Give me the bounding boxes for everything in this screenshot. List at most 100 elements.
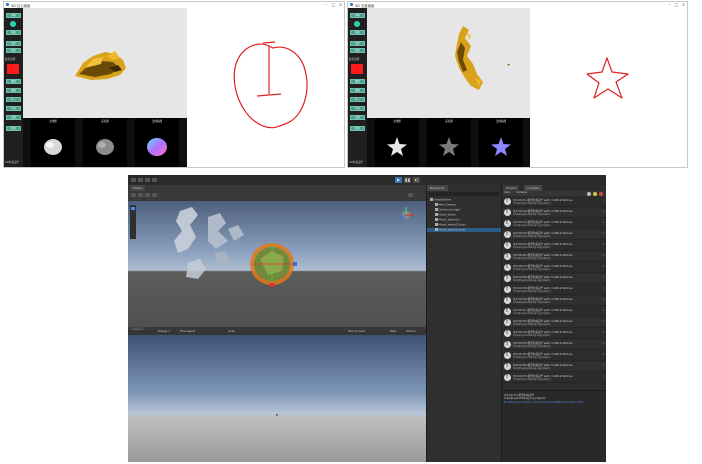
toolbar-button-help[interactable]: 帮助 <box>350 126 365 131</box>
console-log-row[interactable]: ! [10:00:25] 模型生成完毕 path: 0.000.0 Vertice… <box>502 241 606 251</box>
console-log-count-icon[interactable] <box>587 191 591 196</box>
toolbar-button-save[interactable]: 保存 <box>350 48 365 53</box>
console-log-row[interactable]: ! [10:00:31] 模型生成完毕 path: 0.000.0 Vertice… <box>502 307 606 317</box>
toolbar-button-settings[interactable]: 设置 <box>350 115 365 120</box>
console-log-row[interactable]: ! [10:00:33] 模型生成完毕 path: 0.000.0 Vertice… <box>502 329 606 339</box>
info-icon: ! <box>503 253 511 260</box>
game-aspect-select[interactable]: Free Aspect <box>180 330 195 333</box>
console-log-row[interactable]: ! [10:00:36] 模型生成完毕 path: 0.000.0 Vertice… <box>502 362 606 372</box>
console-log-row[interactable]: ! [10:00:32] 模型生成完毕 path: 0.000.0 Vertice… <box>502 318 606 328</box>
right-3d-preview[interactable] <box>367 8 530 118</box>
game-gizmos-toggle[interactable]: Gizmos <box>406 330 416 333</box>
scale-tool-icon[interactable] <box>152 178 157 182</box>
left-drawing-canvas[interactable] <box>187 8 344 167</box>
play-button[interactable]: ▶ <box>395 177 402 183</box>
hierarchy-item[interactable]: Main Camera <box>435 203 456 207</box>
thumbnail-normalmap[interactable]: 法线贴图 <box>135 118 179 167</box>
shading-mode-icon[interactable] <box>131 193 136 197</box>
console-log-row[interactable]: ! [10:00:26] 模型生成完毕 path: 0.000.0 Vertice… <box>502 252 606 262</box>
console-log-row[interactable]: ! [10:00:22] 模型生成完毕 path: 0.000.0 Vertice… <box>502 208 606 218</box>
move-tool-icon[interactable] <box>138 178 143 182</box>
console-collapse-button[interactable]: Collapse <box>516 191 527 194</box>
toolbar-button-eraser[interactable]: 橡皮 <box>350 30 365 35</box>
audio-toggle-icon[interactable] <box>152 193 157 197</box>
console-log-row[interactable]: ! [10:00:29] 模型生成完毕 path: 0.000.0 Vertice… <box>502 285 606 295</box>
console-log-row[interactable]: ! [10:00:34] 模型生成完毕 path: 0.000.0 Vertice… <box>502 340 606 350</box>
console-log-row[interactable]: ! [10:00:37] 模型生成完毕 path: 0.000.0 Vertice… <box>502 373 606 383</box>
console-log-row[interactable]: ! [10:00:35] 模型生成完毕 path: 0.000.0 Vertice… <box>502 351 606 361</box>
thumbnail-normalmap[interactable]: 法线贴图 <box>479 118 523 167</box>
left-window-title: 3D 红心画板 <box>11 3 31 8</box>
tab-scene[interactable]: Scene <box>130 185 146 191</box>
right-drawing-canvas[interactable] <box>530 8 687 167</box>
color-label: 颜色选择 <box>5 58 16 61</box>
console-log-row[interactable]: ! [10:00:21] 模型生成完毕 path: 0.000.0 Vertice… <box>502 197 606 207</box>
toolbar-button-settings[interactable]: 设置 <box>6 115 21 120</box>
toolbar-button-redo[interactable]: 重做 <box>6 88 21 93</box>
toolbar-button-undo[interactable]: 撤销 <box>6 79 21 84</box>
toolbar-button-import[interactable]: 导入 <box>6 97 21 102</box>
color-swatch[interactable] <box>351 64 363 74</box>
console-log-row[interactable]: ! [10:00:24] 模型生成完毕 path: 0.000.0 Vertice… <box>502 230 606 240</box>
console-error-count-icon[interactable] <box>599 191 603 196</box>
toolbar-button-import[interactable]: 导入 <box>350 97 365 102</box>
2d-toggle-icon[interactable] <box>138 193 143 197</box>
console-toolbar: Clear Collapse <box>502 191 606 196</box>
toolbar-button-save[interactable]: 保存 <box>6 48 21 53</box>
hand-tool-icon[interactable] <box>131 178 136 182</box>
hierarchy-item-selected[interactable]: Model_sketch(Clone) <box>427 228 501 232</box>
hierarchy-search[interactable] <box>429 192 499 196</box>
toolbar-button-help[interactable]: 帮助 <box>6 126 21 131</box>
step-button[interactable]: ▸| <box>413 177 420 183</box>
left-3d-preview[interactable] <box>23 8 187 118</box>
thumbnail-depth[interactable]: 深度图 <box>427 118 471 167</box>
hierarchy-item[interactable]: Directional Light <box>435 208 460 212</box>
brush-size-icon[interactable] <box>10 21 16 27</box>
rotate-tool-icon[interactable] <box>145 178 150 182</box>
console-log-count: 1 <box>602 298 604 301</box>
hierarchy-item[interactable]: Model_sketch(Clone) <box>435 223 465 227</box>
game-stats-toggle[interactable]: Stats <box>390 330 397 333</box>
thumbnail-label: 法线图 <box>393 120 401 123</box>
game-scale-slider[interactable]: Scale <box>228 330 235 333</box>
brush-size-icon[interactable] <box>354 21 360 27</box>
toolbar-button-undo[interactable]: 撤销 <box>350 79 365 84</box>
thumbnail-normal[interactable]: 法线图 <box>375 118 419 167</box>
console-log-stack: UnityEngine.Debug:Log(object) <box>513 289 551 293</box>
tab-hierarchy[interactable]: Hierarchy <box>427 185 448 191</box>
scene-view[interactable] <box>128 201 426 327</box>
toolbar-button-redo[interactable]: 重做 <box>350 88 365 93</box>
pause-button[interactable]: ❚❚ <box>404 177 411 183</box>
app-icon <box>6 3 9 6</box>
console-detail-link[interactable]: ModelLoader.Update () (at Assets/Scripts… <box>504 401 583 404</box>
info-icon: ! <box>503 286 511 293</box>
info-icon: ! <box>503 297 511 304</box>
console-log-row[interactable]: ! [10:00:27] 模型生成完毕 path: 0.000.0 Vertice… <box>502 263 606 273</box>
thumbnail-depth[interactable]: 深度图 <box>83 118 127 167</box>
hierarchy-item[interactable]: Model_sketch <box>435 213 456 217</box>
toolbar-button-clear[interactable]: 清空 <box>350 41 365 46</box>
unity-editor-window: ▶ ❚❚ ▸| Scene Display 1 Free Aspect Scal… <box>128 175 606 462</box>
toolbar-button-pen[interactable]: 画笔 <box>6 13 21 18</box>
toolbar-button-clear[interactable]: 清空 <box>6 41 21 46</box>
star-model-render <box>455 26 510 90</box>
gizmos-icon[interactable] <box>408 193 413 197</box>
console-log-row[interactable]: ! [10:00:30] 模型生成完毕 path: 0.000.0 Vertice… <box>502 296 606 306</box>
toolbar-button-export[interactable]: 导出 <box>350 106 365 111</box>
game-view[interactable] <box>128 335 426 462</box>
toolbar-button-export[interactable]: 导出 <box>6 106 21 111</box>
toolbar-button-pen[interactable]: 画笔 <box>350 13 365 18</box>
hierarchy-item[interactable]: Model_sketch(1) <box>435 218 460 222</box>
console-warning-count-icon[interactable] <box>593 191 597 196</box>
hierarchy-scene-root[interactable]: SampleScene <box>430 198 451 202</box>
thumbnail-normal[interactable]: 法线图 <box>31 118 75 167</box>
toolbar-button-eraser[interactable]: 橡皮 <box>6 30 21 35</box>
color-swatch[interactable] <box>7 64 19 74</box>
lighting-toggle-icon[interactable] <box>145 193 150 197</box>
console-log-row[interactable]: ! [10:00:23] 模型生成完毕 path: 0.000.0 Vertice… <box>502 219 606 229</box>
console-log-row[interactable]: ! [10:00:28] 模型生成完毕 path: 0.000.0 Vertice… <box>502 274 606 284</box>
thumb-apple-gray <box>96 139 114 155</box>
game-display-select[interactable]: Display 1 <box>158 330 170 333</box>
game-play-focused[interactable]: Play Focused <box>348 330 365 333</box>
console-clear-button[interactable]: Clear <box>504 191 511 194</box>
